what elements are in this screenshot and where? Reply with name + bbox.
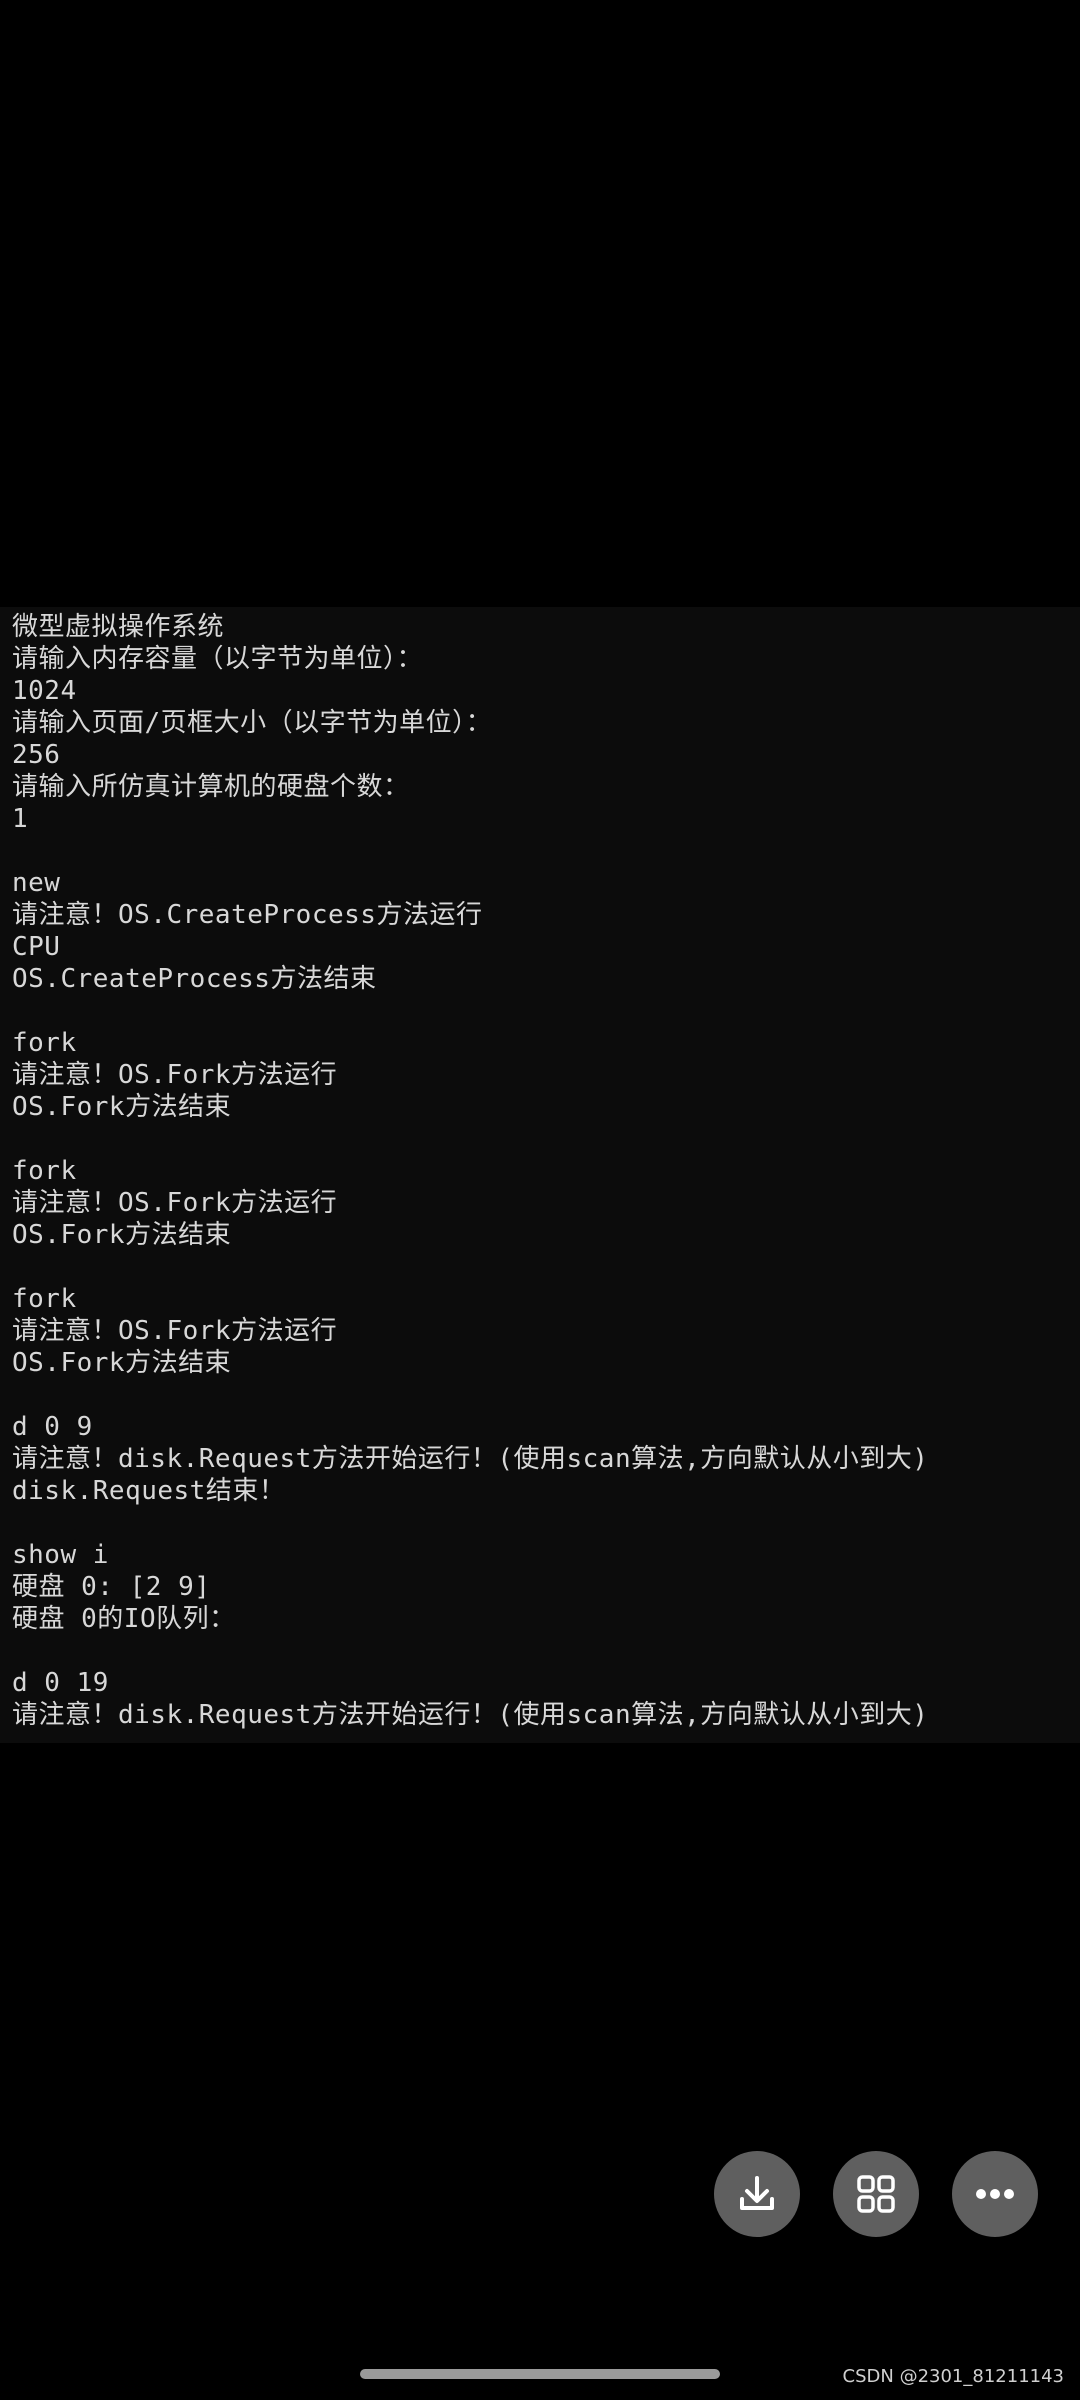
terminal-line: d 0 9 [12, 1412, 93, 1442]
terminal-line: 请输入所仿真计算机的硬盘个数： [12, 772, 410, 802]
terminal-line: 请输入内存容量（以字节为单位）： [12, 644, 424, 674]
terminal-line: disk.Request结束！ [12, 1476, 286, 1506]
more-options-button[interactable] [952, 2151, 1038, 2237]
terminal-line: 请注意！disk.Request方法开始运行！(使用scan算法,方向默认从小到… [12, 1444, 929, 1474]
terminal-line: CPU [12, 932, 61, 962]
terminal-line: fork [12, 1284, 77, 1314]
terminal-line: 请注意！OS.Fork方法运行 [12, 1188, 338, 1218]
terminal-line: 256 [12, 740, 61, 770]
terminal-line: 请注意！OS.Fork方法运行 [12, 1316, 338, 1346]
download-button[interactable] [714, 2151, 800, 2237]
watermark: CSDN @2301_81211143 [842, 2366, 1064, 2387]
download-icon [733, 2170, 781, 2218]
grid-view-button[interactable] [833, 2151, 919, 2237]
terminal-line: 请注意！OS.CreateProcess方法运行 [12, 900, 483, 930]
terminal-line: OS.Fork方法结束 [12, 1092, 232, 1122]
terminal-line: 1 [12, 804, 29, 834]
image-actions-bar [714, 2151, 1040, 2239]
terminal-line: 硬盘 0的IO队列： [12, 1604, 236, 1634]
terminal-line: fork [12, 1028, 77, 1058]
home-indicator[interactable] [360, 2369, 720, 2379]
terminal-line: 微型虚拟操作系统 [12, 612, 225, 642]
terminal-line: 请注意！OS.Fork方法运行 [12, 1060, 338, 1090]
terminal-line: new [12, 868, 61, 898]
more-icon [969, 2168, 1021, 2220]
terminal-output: 微型虚拟操作系统 请输入内存容量（以字节为单位）： 1024 请输入页面/页框大… [0, 607, 1080, 1743]
terminal-line: OS.Fork方法结束 [12, 1220, 232, 1250]
terminal-line: OS.CreateProcess方法结束 [12, 964, 377, 994]
screen: 微型虚拟操作系统 请输入内存容量（以字节为单位）： 1024 请输入页面/页框大… [0, 0, 1080, 2400]
terminal-line: 1024 [12, 676, 77, 706]
terminal-line: 硬盘 0: [2 9] [12, 1572, 211, 1602]
terminal-line: 请输入页面/页框大小（以字节为单位）： [12, 708, 493, 738]
terminal-line: show i [12, 1540, 109, 1570]
terminal-line: d 0 19 [12, 1668, 109, 1698]
grid-icon [852, 2170, 900, 2218]
terminal-line: 请注意！disk.Request方法开始运行！(使用scan算法,方向默认从小到… [12, 1700, 929, 1730]
terminal-line: OS.Fork方法结束 [12, 1348, 232, 1378]
terminal-line: fork [12, 1156, 77, 1186]
